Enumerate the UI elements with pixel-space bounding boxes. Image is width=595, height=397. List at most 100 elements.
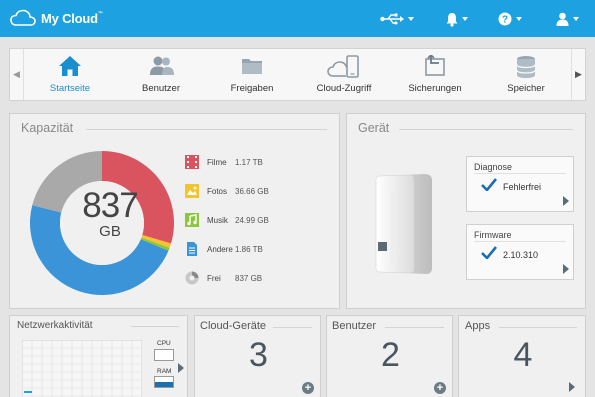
chevron-down-icon <box>408 17 414 21</box>
legend-name: Frei <box>207 273 221 283</box>
help-icon: ? <box>498 12 512 26</box>
capacity-total-value: 837 <box>82 186 138 225</box>
music-icon <box>185 213 199 227</box>
legend-value: 24.99 GB <box>235 215 269 225</box>
user-icon <box>556 12 569 26</box>
divider <box>131 326 179 327</box>
diagnose-title: Diagnose <box>474 162 513 172</box>
usb-menu-button[interactable] <box>380 9 414 29</box>
legend-item-musik: Musik 24.99 GB <box>185 212 269 228</box>
legend-item-frei: Frei 837 GB <box>185 270 262 286</box>
diagnose-card[interactable]: Diagnose Fehlerfrei <box>466 156 574 212</box>
chevron-right-icon <box>563 264 569 274</box>
legend-name: Fotos <box>207 186 228 196</box>
app-brand: My Cloud™ <box>41 11 103 26</box>
firmware-title: Firmware <box>474 230 512 240</box>
users-panel: Benutzer 2 + <box>326 315 453 397</box>
nav-item-label: Cloud-Zugriff <box>316 83 372 94</box>
cpu-meter <box>154 349 174 361</box>
nav-scroll-right-button[interactable]: ▶ <box>571 49 585 100</box>
chevron-right-icon[interactable] <box>569 382 575 392</box>
divider <box>474 241 566 242</box>
apps-title: Apps <box>465 320 491 332</box>
nav-scroll-left-button[interactable]: ◀ <box>10 49 24 100</box>
diagnose-value: Fehlerfrei <box>503 182 542 192</box>
firmware-card[interactable]: Firmware 2.10.310 <box>466 224 574 280</box>
legend-value: 1.86 TB <box>235 244 263 254</box>
legend-item-fotos: Fotos 36.66 GB <box>185 183 269 199</box>
chevron-down-icon <box>516 17 522 21</box>
users-icon <box>150 56 174 75</box>
device-title: Gerät <box>358 121 390 135</box>
capacity-panel: Kapazität 837 GB Filme 1.17 TB Fotos 36.… <box>9 113 340 309</box>
divider <box>273 327 312 328</box>
ram-meter <box>154 376 174 388</box>
add-user-icon[interactable]: + <box>434 382 446 394</box>
cloud-devices-title: Cloud-Geräte <box>200 320 267 332</box>
divider <box>474 173 566 174</box>
network-activity-graph <box>22 340 142 397</box>
nav-item-startseite[interactable]: Startseite <box>25 49 115 100</box>
nav-item-sicherungen[interactable]: Sicherungen <box>390 49 480 100</box>
firmware-value: 2.10.310 <box>503 250 539 260</box>
cloud-devices-panel: Cloud-Geräte 3 + <box>194 315 321 397</box>
notifications-button[interactable] <box>446 9 468 29</box>
ram-meter-fill <box>155 382 173 387</box>
home-icon <box>59 56 81 76</box>
legend-name: Filme <box>207 157 227 167</box>
cpu-label: CPU <box>157 340 171 347</box>
legend-item-andere: Andere 1.86 TB <box>185 241 263 257</box>
network-title: Netzwerkaktivität <box>17 320 93 331</box>
nav-item-label: Freigaben <box>230 83 274 94</box>
chevron-down-icon <box>573 17 579 21</box>
divider <box>385 327 444 328</box>
users-count: 2 <box>381 336 400 374</box>
capacity-title: Kapazität <box>21 121 74 135</box>
nav-item-speicher[interactable]: Speicher <box>481 49 571 100</box>
nav-item-label: Benutzer <box>141 83 181 94</box>
check-icon <box>481 178 497 191</box>
apps-panel: Apps 4 <box>458 315 586 397</box>
users-title: Benutzer <box>332 320 377 332</box>
add-cloud-device-icon[interactable]: + <box>302 382 314 394</box>
document-icon <box>185 242 199 256</box>
legend-value: 837 GB <box>235 273 263 283</box>
cloud-device-icon <box>327 55 359 78</box>
usb-icon <box>380 13 404 25</box>
nas-device-image <box>375 174 432 274</box>
legend-item-filme: Filme 1.17 TB <box>185 154 263 170</box>
nav-item-freigaben[interactable]: Freigaben <box>207 49 297 100</box>
divider <box>86 129 327 130</box>
photo-icon <box>185 184 199 198</box>
main-navigation: ◀ Startseite Benutzer Freigaben Cloud-Zu… <box>9 48 586 101</box>
cloud-devices-count: 3 <box>249 336 268 374</box>
divider <box>499 327 577 328</box>
folder-icon <box>242 59 262 74</box>
help-menu-button[interactable]: ? <box>498 9 522 29</box>
top-bar: My Cloud™ ? <box>0 0 595 37</box>
nav-item-label: Sicherungen <box>408 83 462 94</box>
chevron-right-icon[interactable] <box>178 363 184 373</box>
user-menu-button[interactable] <box>556 9 579 29</box>
check-icon <box>481 246 497 259</box>
backup-icon <box>425 55 445 76</box>
bell-icon <box>446 12 458 27</box>
nav-item-label: Speicher <box>507 83 545 94</box>
network-activity-panel: Netzwerkaktivität CPU RAM <box>9 315 188 397</box>
legend-name: Andere <box>207 244 233 254</box>
free-space-icon <box>185 271 199 285</box>
nav-item-cloud-zugriff[interactable]: Cloud-Zugriff <box>299 49 389 100</box>
chevron-down-icon <box>462 17 468 21</box>
legend-value: 1.17 TB <box>235 157 263 167</box>
ram-label: RAM <box>157 368 172 375</box>
chevron-right-icon <box>563 196 569 206</box>
legend-name: Musik <box>207 215 228 225</box>
legend-value: 36.66 GB <box>235 186 269 196</box>
nav-item-label: Startseite <box>49 83 91 94</box>
apps-count: 4 <box>513 336 533 374</box>
capacity-total-unit: GB <box>99 223 121 240</box>
nav-item-benutzer[interactable]: Benutzer <box>116 49 206 100</box>
cloud-logo-icon <box>10 9 36 26</box>
film-icon <box>185 155 199 169</box>
svg-text:?: ? <box>502 15 508 26</box>
